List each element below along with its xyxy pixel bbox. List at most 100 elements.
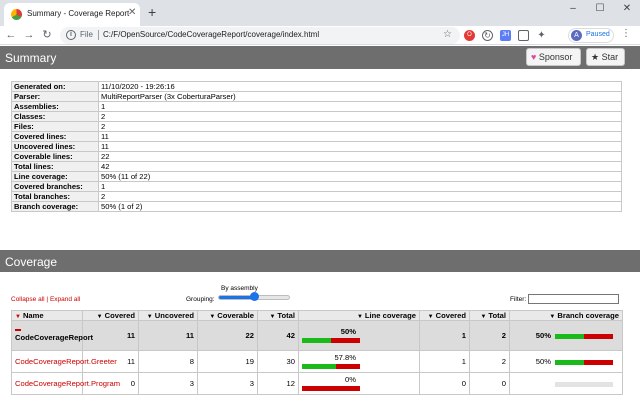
page-title: Summary [5,51,57,65]
filter-input[interactable] [528,294,619,304]
refresh-extension-icon[interactable]: ↻ [482,30,493,41]
line-coverage-cell: 57.8% [298,350,420,373]
branch-coverage-percent: 50% [535,357,551,366]
column-header[interactable]: ▼ Line coverage [298,310,420,321]
total-cell: 12 [257,372,299,395]
summary-value: 50% (1 of 2) [98,201,622,212]
summary-value: 50% (11 of 22) [98,171,622,182]
sort-desc-icon: ▼ [427,314,434,320]
more-menu-icon[interactable]: ⋮ [621,28,631,39]
info-icon[interactable]: i [66,30,76,40]
line-coverage-bar [302,364,360,369]
url-text[interactable]: C:/F/OpenSource/CodeCoverageReport/cover… [103,30,319,39]
summary-key: Line coverage: [11,171,99,182]
summary-row: Files: 2 [11,121,622,132]
summary-value: 1 [98,181,622,192]
close-window-icon[interactable]: ✕ [617,3,637,19]
column-header[interactable]: ▼ Covered [419,310,470,321]
star-label: Star [601,52,619,62]
forward-icon[interactable]: → [22,28,36,42]
line-coverage-bar [302,386,360,391]
star-button[interactable]: ★ Star [586,48,625,66]
summary-value: 11 [98,131,622,142]
coverable-cell: 22 [197,320,258,351]
minimize-icon[interactable]: – [563,3,583,19]
summary-value: 1 [98,101,622,112]
close-tab-icon[interactable]: ✕ [128,7,136,18]
line-coverage-cell: 0% [298,372,420,395]
class-link[interactable]: CodeCoverageReport.Greeter [15,357,117,366]
uncovered-cell: 11 [138,320,198,351]
star-icon: ★ [591,52,600,62]
class-link[interactable]: CodeCoverageReport.Program [15,379,120,388]
coverable-cell: 3 [197,372,258,395]
bookmark-star-icon[interactable]: ☆ [443,29,452,40]
summary-value: 2 [98,121,622,132]
name-cell[interactable]: CodeCoverageReport.Greeter [11,350,117,373]
browser-tab[interactable]: Summary - Coverage Report ✕ [4,3,140,26]
branch-coverage-bar [555,359,613,365]
column-header[interactable]: ▼ Total [469,310,510,321]
column-label: Covered [104,311,135,320]
coverage-favicon-icon [11,9,22,20]
summary-key: Generated on: [11,81,99,92]
column-header[interactable]: ▼ Uncovered [138,310,198,321]
name-cell[interactable]: CodeCoverageReport.Program [11,372,120,395]
column-header[interactable]: ▼ Branch coverage [509,310,623,321]
collapse-toggle-icon[interactable] [15,329,21,331]
class-row: CodeCoverageReport.Program 0 3 3 12 0% 0 0 [11,372,623,395]
puzzle-extension-icon[interactable]: ✦ [536,30,547,41]
branch-coverage-bar-uncovered [584,333,613,339]
profile-status: Paused [586,31,610,38]
grouping-slider-thumb[interactable] [250,292,259,301]
branch-total-cell: 0 [469,372,510,395]
column-label: Total [277,311,295,320]
column-label: Name [22,311,44,320]
column-header[interactable]: ▼ Covered [82,310,139,321]
branch-coverage-bar-covered [555,333,584,339]
branch-coverage-cell: 50% [509,350,623,373]
column-label: Branch coverage [557,311,619,320]
column-header[interactable]: ▼ Total [257,310,299,321]
column-label: Coverable [217,311,254,320]
name-cell: CodeCoverageReport [11,320,93,351]
address-bar[interactable]: i File C:/F/OpenSource/CodeCoverageRepor… [60,27,460,44]
total-cell: 30 [257,350,299,373]
jh-extension-icon[interactable]: JH [500,30,511,41]
line-coverage-percent: 0% [345,374,356,384]
new-tab-button[interactable]: + [148,4,156,20]
expand-all-link[interactable]: Expand all [50,296,80,303]
summary-row: Total branches: 2 [11,191,622,202]
summary-value: 22 [98,151,622,162]
line-coverage-bar-covered [302,338,331,343]
summary-value: 11 [98,141,622,152]
opera-icon[interactable]: O [464,30,475,41]
reload-icon[interactable]: ↻ [40,28,54,42]
summary-row: Uncovered lines: 11 [11,141,622,152]
sort-desc-icon: ▼ [480,314,487,320]
sort-desc-icon: ▼ [146,314,153,320]
branch-coverage-bar [555,333,613,339]
maximize-icon[interactable]: ☐ [590,3,610,19]
summary-row: Total lines: 42 [11,161,622,172]
class-row: CodeCoverageReport.Greeter 11 8 19 30 57.8% 1 2… [11,350,623,373]
sponsor-button[interactable]: ♥ Sponsor [526,48,581,66]
summary-value: 11/10/2020 - 19:26:16 [98,81,622,92]
collapse-all-link[interactable]: Collapse all [11,296,45,303]
uncovered-cell: 3 [138,372,198,395]
card-extension-icon[interactable] [518,30,529,41]
column-header[interactable]: ▼ Name [11,310,83,321]
summary-value: MultiReportParser (3x CoberturaParser) [98,91,622,102]
line-coverage-percent: 57.8% [334,352,356,362]
branch-coverage-cell: 50% [509,320,623,351]
profile-button[interactable]: A Paused [568,28,614,43]
summary-row: Coverable lines: 22 [11,151,622,162]
branch-coverage-percent: 50% [535,331,551,340]
coverage-header: Coverage [0,250,640,272]
column-header[interactable]: ▼ Coverable [197,310,258,321]
heart-icon: ♥ [531,52,537,62]
summary-key: Covered branches: [11,181,99,192]
back-icon[interactable]: ← [4,28,18,42]
sort-desc-icon: ▼ [209,314,216,320]
column-label: Total [488,311,506,320]
